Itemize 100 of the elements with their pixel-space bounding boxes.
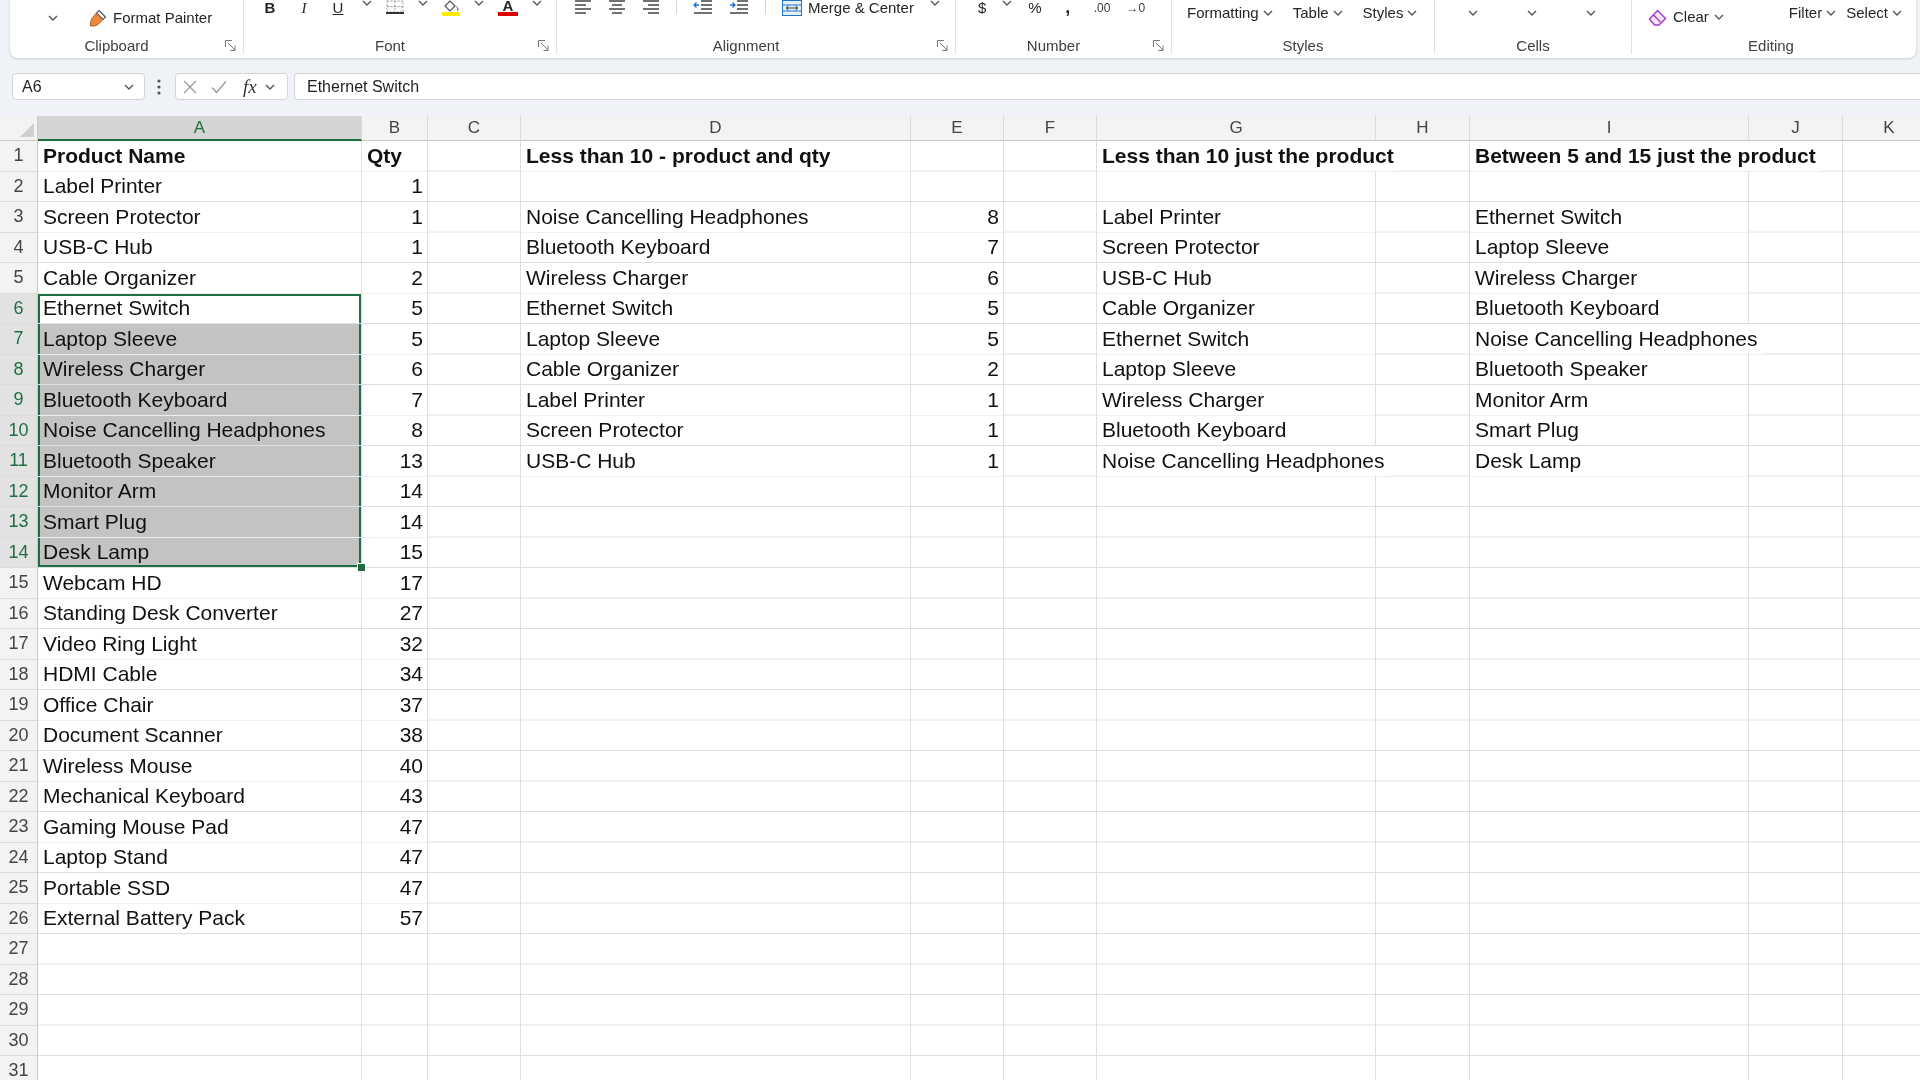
column-header[interactable]: I — [1470, 116, 1749, 141]
align-center-icon[interactable] — [608, 0, 626, 14]
editing-dropdown[interactable]: Filter — [1788, 5, 1837, 21]
editing-dropdown[interactable]: Select — [1846, 5, 1902, 21]
caret-icon[interactable] — [1002, 0, 1013, 6]
header-cell: Less than 10 just the product — [1097, 141, 1399, 171]
row-header[interactable]: 17 — [0, 629, 38, 660]
align-left-icon[interactable] — [574, 0, 592, 14]
row-header[interactable]: 4 — [0, 232, 38, 263]
row-header[interactable]: 8 — [0, 354, 38, 385]
insert-function-button[interactable]: fx — [243, 76, 257, 97]
column-header[interactable]: F — [1004, 116, 1097, 141]
caret-icon[interactable] — [418, 0, 428, 6]
bold-button[interactable]: B — [260, 0, 280, 16]
row-header[interactable]: 25 — [0, 873, 38, 904]
triangle-icon — [20, 123, 34, 137]
font-color-button[interactable]: A — [498, 0, 518, 16]
row-header[interactable]: 23 — [0, 812, 38, 843]
name-box[interactable]: A6 — [12, 73, 145, 100]
table-cell: Ethernet Switch — [38, 293, 361, 323]
column-header[interactable]: B — [362, 116, 428, 141]
style-dropdown[interactable]: Formatting — [1187, 5, 1273, 21]
outdent-icon[interactable] — [693, 0, 713, 14]
decimal-button[interactable]: .00 — [1093, 0, 1111, 16]
clear-button[interactable]: Clear — [1648, 8, 1724, 26]
formula-field[interactable]: Ethernet Switch — [294, 73, 1920, 100]
borders-icon[interactable] — [386, 0, 404, 14]
comma-button[interactable]: , — [1057, 0, 1078, 14]
style-dropdown[interactable]: Table — [1292, 5, 1343, 21]
launcher-icon[interactable] — [937, 39, 948, 51]
launcher-icon[interactable] — [225, 39, 236, 51]
launcher-icon[interactable] — [538, 39, 549, 51]
row-header[interactable]: 31 — [0, 1056, 38, 1080]
row-header[interactable]: 11 — [0, 446, 38, 477]
row-header[interactable]: 6 — [0, 293, 38, 324]
row-header[interactable]: 29 — [0, 995, 38, 1026]
row-header[interactable]: 7 — [0, 324, 38, 355]
column-header[interactable]: H — [1376, 116, 1470, 141]
column-header[interactable]: K — [1843, 116, 1920, 141]
format-painter-button[interactable]: Format Painter — [89, 9, 213, 27]
underline-button[interactable]: U — [328, 0, 348, 16]
percent-button[interactable]: % — [1028, 0, 1042, 16]
row-header[interactable]: 26 — [0, 903, 38, 934]
row-header[interactable]: 13 — [0, 507, 38, 538]
style-dropdown[interactable]: Styles — [1362, 5, 1418, 21]
row-header[interactable]: 10 — [0, 415, 38, 446]
group-label: Styles — [1282, 36, 1324, 54]
caret-icon[interactable] — [929, 0, 940, 6]
fill-color-icon[interactable] — [442, 0, 460, 16]
align-right-icon[interactable] — [642, 0, 660, 14]
decimal-button[interactable]: →0 — [1126, 0, 1146, 16]
group-label: Number — [1026, 36, 1081, 54]
caret-icon[interactable] — [1586, 10, 1596, 16]
row-header[interactable]: 18 — [0, 659, 38, 690]
row-header[interactable]: 12 — [0, 476, 38, 507]
italic-button[interactable]: I — [294, 0, 314, 16]
row-header[interactable]: 9 — [0, 385, 38, 416]
caret-icon — [1407, 10, 1418, 16]
row-header[interactable]: 19 — [0, 690, 38, 721]
row-header[interactable]: 28 — [0, 964, 38, 995]
caret-icon[interactable] — [48, 15, 58, 21]
fill-handle[interactable] — [357, 563, 366, 572]
merge-center-button[interactable]: Merge & Center — [782, 0, 914, 16]
indent-icon[interactable] — [729, 0, 749, 14]
column-header[interactable]: A — [38, 116, 362, 141]
row-header[interactable]: 27 — [0, 934, 38, 965]
row-header[interactable]: 1 — [0, 141, 38, 172]
row-header[interactable]: 20 — [0, 720, 38, 751]
group-label: Editing — [1748, 36, 1794, 54]
caret-icon[interactable] — [1468, 10, 1478, 16]
row-header[interactable]: 5 — [0, 263, 38, 294]
row-header[interactable]: 16 — [0, 598, 38, 629]
column-header[interactable]: E — [911, 116, 1004, 141]
caret-icon[interactable] — [474, 0, 484, 6]
row-header[interactable]: 24 — [0, 842, 38, 873]
row-header[interactable]: 2 — [0, 171, 38, 202]
currency-button[interactable]: $ — [978, 0, 987, 16]
table-cell: Wireless Charger — [38, 354, 361, 384]
row-header[interactable]: 15 — [0, 568, 38, 599]
table-cell: Noise Cancelling Headphones — [1097, 446, 1390, 476]
row-header[interactable]: 3 — [0, 202, 38, 233]
caret-icon[interactable] — [532, 0, 542, 6]
row-header[interactable]: 30 — [0, 1025, 38, 1056]
row-header[interactable]: 22 — [0, 781, 38, 812]
launcher-icon[interactable] — [1153, 39, 1164, 51]
caret-icon[interactable] — [264, 83, 275, 90]
column-header[interactable]: G — [1097, 116, 1376, 141]
column-header[interactable]: J — [1749, 116, 1843, 141]
dots-icon[interactable] — [157, 78, 161, 95]
caret-icon[interactable] — [1527, 10, 1537, 16]
column-header[interactable]: D — [521, 116, 911, 141]
caret-icon — [1891, 10, 1902, 16]
cancel-icon[interactable] — [183, 79, 197, 94]
check-icon[interactable] — [211, 79, 227, 94]
brush-icon — [89, 9, 107, 27]
row-header[interactable]: 21 — [0, 751, 38, 782]
row-header[interactable]: 14 — [0, 537, 38, 568]
group-label: Cells — [1516, 36, 1550, 54]
caret-icon[interactable] — [362, 0, 372, 6]
column-header[interactable]: C — [428, 116, 521, 141]
